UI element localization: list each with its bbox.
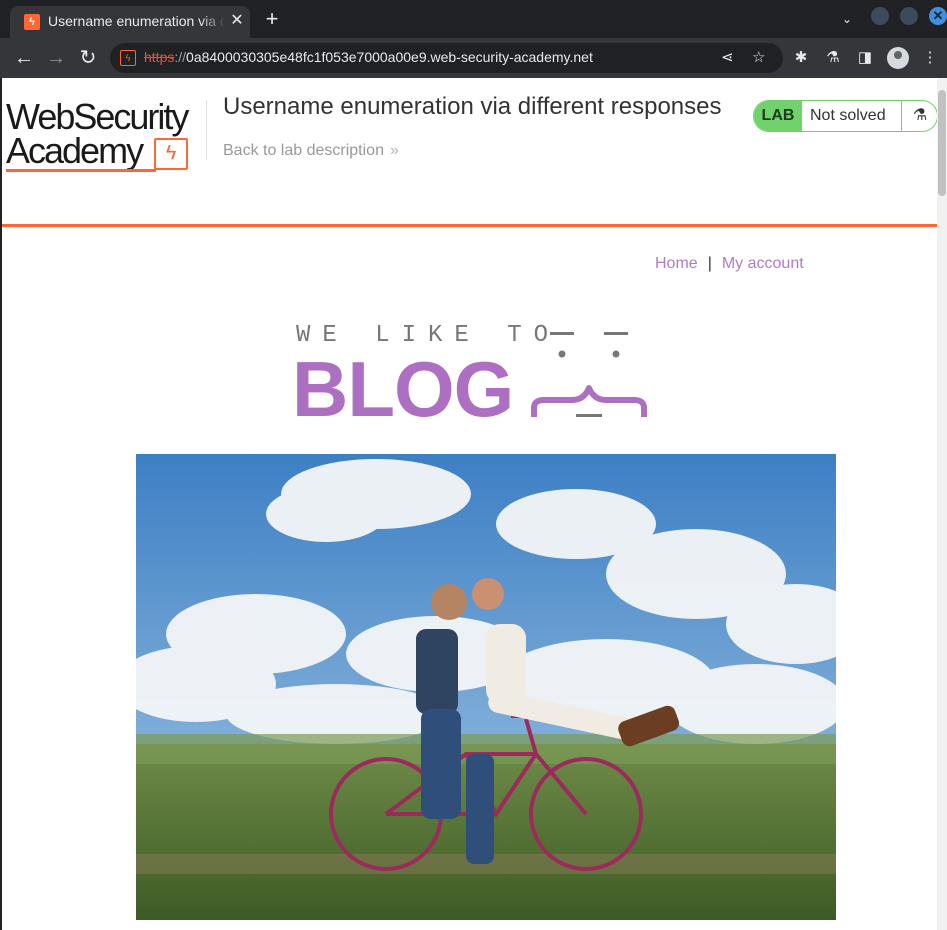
blog-hero-image xyxy=(136,454,836,920)
back-arrow-icon[interactable]: ← xyxy=(12,46,36,70)
lab-status-widget: LAB Not solved ⚗ xyxy=(753,100,937,132)
flask-icon: ⚗ xyxy=(901,101,937,131)
lab-title: Username enumeration via different respo… xyxy=(223,93,722,120)
url-separator: :// xyxy=(174,49,187,65)
forward-arrow-icon[interactable]: → xyxy=(44,46,68,70)
tab-title: Username enumeration via different respo… xyxy=(48,13,226,29)
close-icon[interactable]: ✕ xyxy=(228,12,246,30)
web-page: WebSecurity Academy ϟ Username enumerati… xyxy=(0,78,937,930)
lightning-logo-icon: ϟ xyxy=(154,138,188,170)
star-icon[interactable]: ☆ xyxy=(752,49,765,67)
maximize-button[interactable] xyxy=(900,7,918,25)
blog-logo-word: BLOG xyxy=(292,345,514,433)
web-security-academy-logo[interactable]: WebSecurity Academy ϟ xyxy=(6,96,206,176)
browser-tab-bar: ϟ Username enumeration via different res… xyxy=(0,0,947,38)
window-close-button[interactable]: ✕ xyxy=(929,7,947,25)
browser-toolbar: ← → ↻ ϟ https://0a8400030305e48fc1f053e7… xyxy=(0,38,947,78)
address-bar[interactable]: ϟ https://0a8400030305e48fc1f053e7000a00… xyxy=(110,43,783,73)
lab-badge: LAB xyxy=(754,101,802,131)
page-scrollbar[interactable] xyxy=(937,78,947,930)
double-chevron-right-icon: » xyxy=(389,142,399,159)
lab-status-text: Not solved xyxy=(810,107,886,124)
share-icon[interactable]: ⋖ xyxy=(721,49,734,67)
reload-icon[interactable]: ↻ xyxy=(76,46,100,70)
browser-tab[interactable]: ϟ Username enumeration via different res… xyxy=(10,6,250,38)
profile-avatar-icon[interactable] xyxy=(887,47,909,69)
url-host: 0a8400030305e48fc1f053e7000a00e9.web-sec… xyxy=(186,49,593,65)
chevron-down-icon[interactable]: ⌄ xyxy=(838,10,856,28)
scrollbar-thumb[interactable] xyxy=(938,90,946,196)
blog-nav: Home | My account xyxy=(655,255,804,273)
blog-face-icon xyxy=(531,332,647,417)
blog-logo: WE LIKE TO BLOG xyxy=(292,318,652,433)
header-divider xyxy=(206,100,207,160)
logo-line-2: Academy xyxy=(6,130,144,171)
url-scheme: https xyxy=(144,49,175,65)
lightning-favicon-icon: ϟ xyxy=(24,14,40,30)
logo-underline xyxy=(6,169,156,172)
minimize-button[interactable] xyxy=(871,7,889,25)
side-panel-icon[interactable]: ◨ xyxy=(855,48,875,68)
back-to-lab-description-link[interactable]: Back to lab description » xyxy=(223,142,399,160)
couple-on-bicycle-photo xyxy=(136,454,836,920)
new-tab-button[interactable]: + xyxy=(262,8,282,30)
academy-header: WebSecurity Academy ϟ Username enumerati… xyxy=(2,78,937,227)
flask-labs-icon[interactable]: ⚗ xyxy=(823,48,843,68)
nav-home-link[interactable]: Home xyxy=(655,255,698,272)
nav-my-account-link[interactable]: My account xyxy=(722,255,804,272)
url-text[interactable]: https://0a8400030305e48fc1f053e7000a00e9… xyxy=(144,49,593,65)
extensions-puzzle-icon[interactable]: ✱ xyxy=(791,48,811,68)
back-link-label: Back to lab description xyxy=(223,142,384,159)
menu-kebab-icon[interactable]: ⋮ xyxy=(920,48,940,68)
nav-separator: | xyxy=(707,255,712,272)
site-info-icon[interactable]: ϟ xyxy=(120,50,136,66)
